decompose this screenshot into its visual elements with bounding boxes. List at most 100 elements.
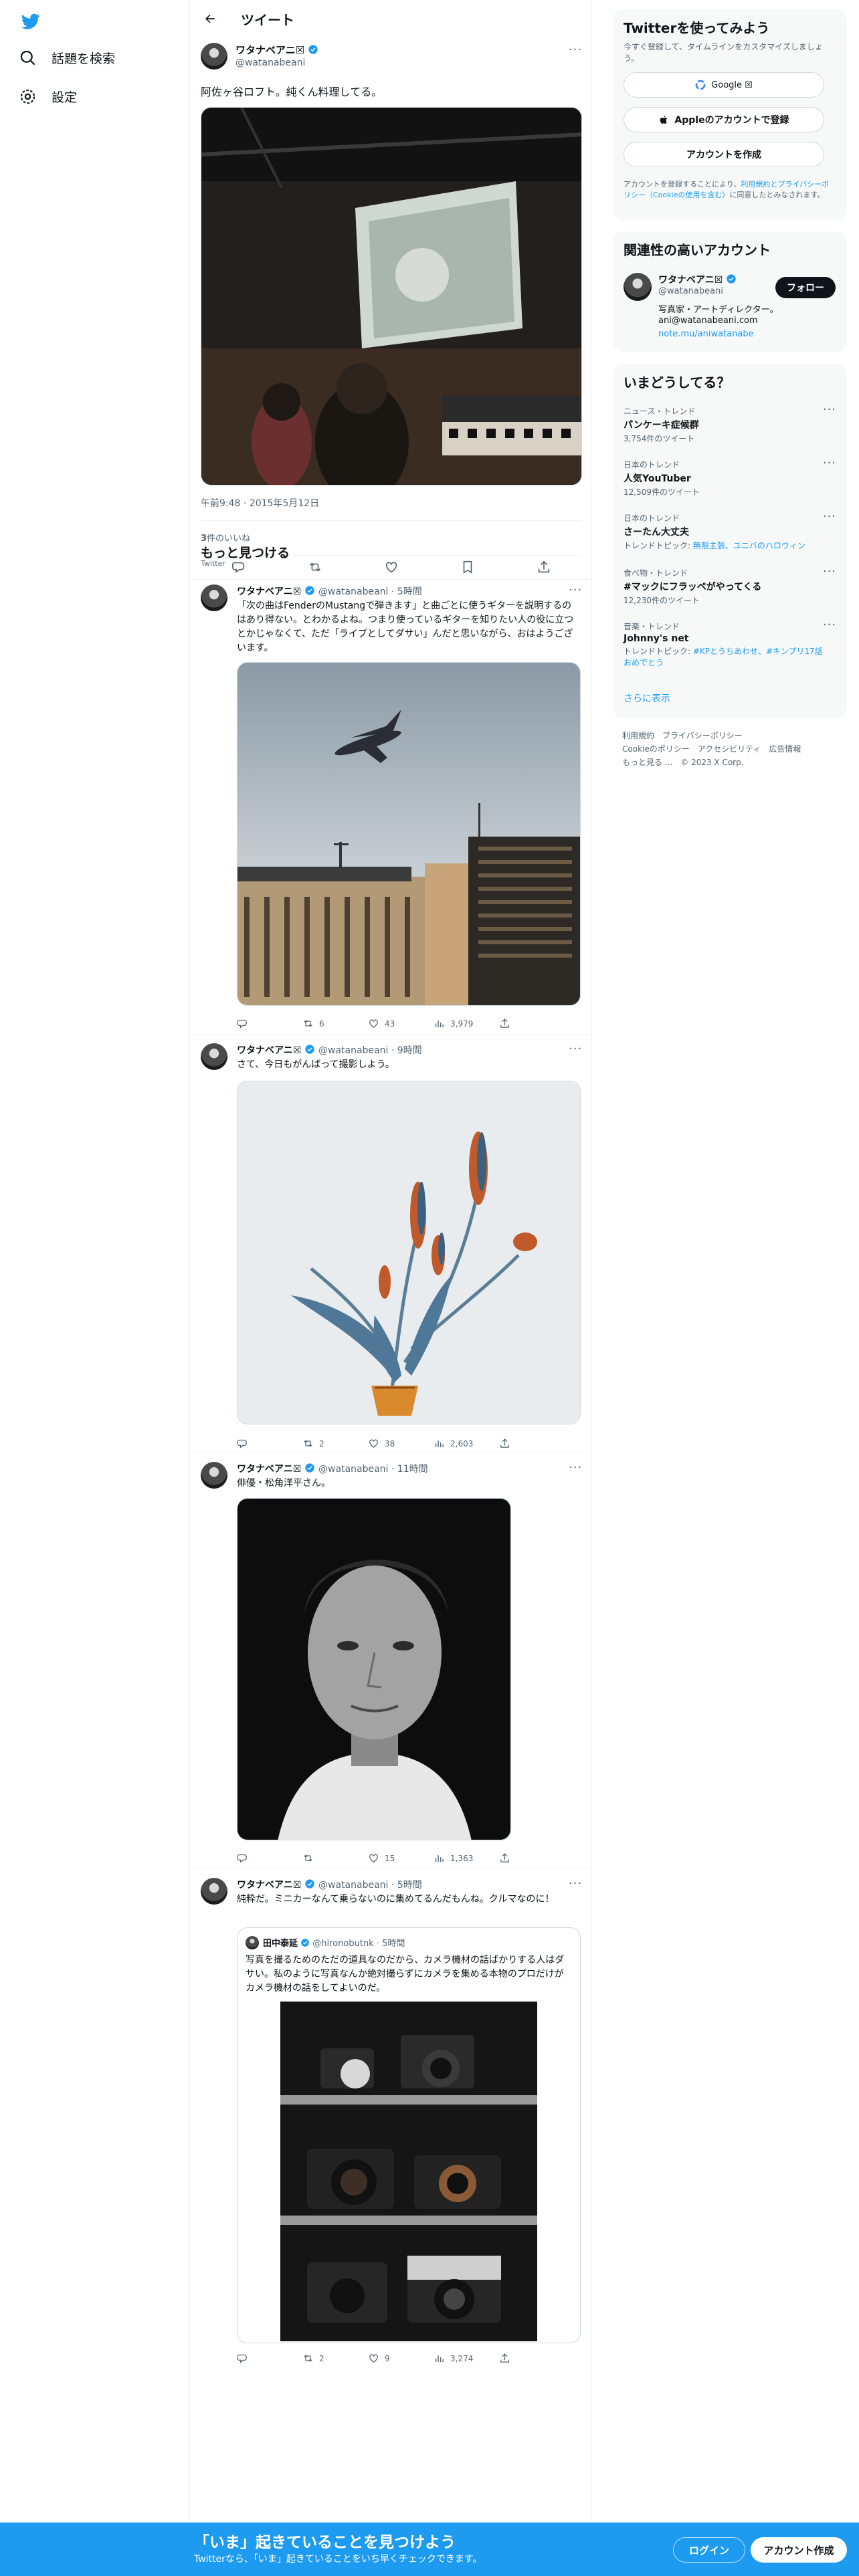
views-button[interactable]: 2,603 — [434, 1438, 499, 1449]
create-account-button[interactable]: アカウントを作成 — [624, 142, 824, 167]
more-options-icon[interactable]: ··· — [569, 1042, 582, 1056]
like-icon[interactable] — [384, 560, 399, 574]
trend-item[interactable]: 日本のトレンド 人気YouTuber 12,509件のツイート ··· — [624, 456, 836, 498]
tweet-author[interactable]: ワタナベアニ☒ @watanabeani · 9時間 — [237, 1043, 422, 1057]
loft-stage-photo — [201, 108, 581, 485]
related-handle[interactable]: @watanabeani — [658, 286, 723, 296]
share-button[interactable] — [499, 1438, 565, 1449]
tweet-author[interactable]: ワタナベアニ☒ @watanabeani · 5時間 — [237, 1878, 422, 1891]
bookmark-icon[interactable] — [460, 560, 475, 574]
reply-icon[interactable] — [231, 560, 246, 574]
tweet-photo[interactable] — [237, 1498, 511, 1840]
like-icon — [369, 1019, 378, 1028]
share-button[interactable] — [499, 1852, 565, 1864]
trend-topics-links[interactable]: 無限主張、ユニバのハロウィン — [693, 541, 805, 550]
reply-button[interactable] — [237, 1018, 302, 1029]
quote-handle: @hironobutnk — [312, 1939, 374, 1949]
footer-line-more[interactable]: もっと見る ... © 2023 X Corp. — [622, 756, 850, 769]
share-icon — [500, 1018, 509, 1028]
like-count: 38 — [385, 1438, 395, 1448]
more-options-icon[interactable]: ··· — [823, 403, 836, 417]
more-options-icon[interactable]: ··· — [569, 43, 582, 57]
retweet-button[interactable]: 6 — [302, 1018, 368, 1029]
feed-tweet[interactable]: ワタナベアニ☒ @watanabeani · 5時間 ··· 純粋だ。ミニカーな… — [201, 1876, 582, 2366]
author-handle[interactable]: @watanabeani — [235, 58, 305, 68]
nav-settings[interactable]: 設定 — [19, 83, 77, 110]
avatar[interactable] — [201, 1462, 227, 1489]
follow-button[interactable]: フォロー — [775, 277, 836, 298]
reply-button[interactable] — [237, 1852, 302, 1864]
more-options-icon[interactable]: ··· — [823, 618, 836, 632]
more-to-explore-subtitle: Twitter — [201, 559, 225, 568]
back-arrow-icon[interactable] — [203, 12, 217, 25]
trend-category: 日本のトレンド — [624, 514, 680, 523]
gear-icon — [20, 89, 35, 104]
more-options-icon[interactable]: ··· — [823, 510, 836, 524]
avatar[interactable] — [201, 584, 227, 611]
main-tweet-author[interactable]: ワタナベアニ☒ — [235, 43, 318, 57]
trend-item[interactable]: 食べ物・トレンド #マックにフラッペがやってくる 12,230件のツイート ··… — [624, 564, 836, 606]
more-options-icon[interactable]: ··· — [823, 564, 836, 578]
trend-item[interactable]: 音楽・トレンド Johnny's net トレンドトピック: #KPとうちあわせ… — [624, 618, 836, 668]
tweet-photo[interactable] — [237, 662, 581, 1006]
like-button[interactable]: 9 — [368, 2353, 434, 2364]
retweet-icon[interactable] — [308, 560, 322, 574]
google-signup-button[interactable]: Google ☒ — [624, 72, 824, 98]
more-options-icon[interactable]: ··· — [569, 1876, 582, 1891]
main-tweet-photo[interactable] — [201, 107, 582, 486]
quote-tweet[interactable]: 田中泰延 @hironobutnk · 5時間 写真を撮るためのただの道具なのだ… — [237, 1927, 581, 2343]
terms-suffix: に同意したとみなされます。 — [729, 191, 825, 199]
avatar[interactable] — [201, 1043, 227, 1070]
verified-badge-icon — [727, 274, 736, 284]
more-options-icon[interactable]: ··· — [823, 456, 836, 470]
reply-button[interactable] — [237, 2353, 302, 2364]
trend-item[interactable]: 日本のトレンド さーたん大丈夫 トレンドトピック: 無限主張、ユニバのハロウィン… — [624, 510, 836, 551]
share-icon[interactable] — [537, 560, 551, 574]
views-button[interactable]: 3,274 — [434, 2353, 499, 2364]
trend-category: 音楽・トレンド — [624, 622, 680, 631]
footer-line-policies[interactable]: Cookieのポリシー アクセシビリティ 広告情報 — [622, 742, 850, 756]
avatar[interactable] — [201, 1878, 227, 1905]
retweet-button[interactable]: 2 — [302, 2353, 368, 2364]
signup-button[interactable]: アカウント作成 — [751, 2537, 847, 2563]
reply-button[interactable] — [237, 1438, 302, 1449]
trend-topics-label: トレンドトピック: — [624, 541, 693, 550]
related-accounts-card: 関連性の高いアカウント ワタナベアニ☒ @watanabeani 写真家・アート… — [613, 231, 847, 352]
apple-signup-button[interactable]: Appleのアカウントで登録 — [624, 107, 824, 132]
likes-summary[interactable]: 3件のいいね — [201, 531, 250, 544]
likes-label: 件のいいね — [207, 534, 251, 544]
views-button[interactable]: 1,363 — [434, 1852, 499, 1864]
like-button[interactable]: 38 — [368, 1438, 434, 1449]
tweet-author[interactable]: ワタナベアニ☒ @watanabeani · 11時間 — [237, 1462, 428, 1475]
tweet-author[interactable]: ワタナベアニ☒ @watanabeani · 5時間 — [237, 584, 422, 598]
feed-tweet[interactable]: ワタナベアニ☒ @watanabeani · 5時間 ··· 「次の曲はFend… — [201, 583, 582, 1037]
like-button[interactable]: 43 — [368, 1018, 434, 1029]
feed-tweet[interactable]: ワタナベアニ☒ @watanabeani · 9時間 ··· さて、今日もがんば… — [201, 1042, 582, 1453]
reply-icon — [237, 1019, 247, 1029]
feed-tweet[interactable]: ワタナベアニ☒ @watanabeani · 11時間 ··· 俳優・松角洋平さ… — [201, 1461, 582, 1866]
camera-cabinet-photo — [280, 2002, 537, 2341]
share-button[interactable] — [499, 2353, 565, 2364]
trend-item[interactable]: ニュース・トレンド パンケーキ症候群 3,754件のツイート ··· — [624, 403, 836, 444]
footer-line-terms[interactable]: 利用規約 プライバシーポリシー — [622, 729, 850, 742]
more-options-icon[interactable]: ··· — [569, 1461, 582, 1475]
share-icon — [500, 2353, 509, 2363]
login-button[interactable]: ログイン — [673, 2537, 745, 2563]
retweet-button[interactable]: 2 — [302, 1438, 368, 1449]
related-link[interactable]: note.mu/aniwatanabe — [658, 329, 754, 339]
more-options-icon[interactable]: ··· — [569, 583, 582, 597]
like-button[interactable]: 15 — [368, 1852, 434, 1864]
create-account-label: アカウントを作成 — [686, 150, 761, 160]
nav-explore[interactable]: 話題を検索 — [19, 44, 115, 71]
view-count: 2,603 — [450, 1438, 474, 1448]
show-more-link[interactable]: さらに表示 — [624, 691, 670, 705]
related-account-name[interactable]: ワタナベアニ☒ — [658, 273, 737, 286]
twitter-bird-icon[interactable] — [20, 12, 41, 31]
avatar[interactable] — [201, 43, 227, 70]
share-button[interactable] — [499, 1018, 565, 1029]
avatar[interactable] — [624, 273, 652, 301]
tweet-photo[interactable] — [237, 1081, 581, 1424]
views-button[interactable]: 3,979 — [434, 1018, 499, 1029]
tweet-timestamp[interactable]: 午前9:48 · 2015年5月12日 — [201, 496, 319, 510]
retweet-button[interactable] — [302, 1852, 368, 1864]
